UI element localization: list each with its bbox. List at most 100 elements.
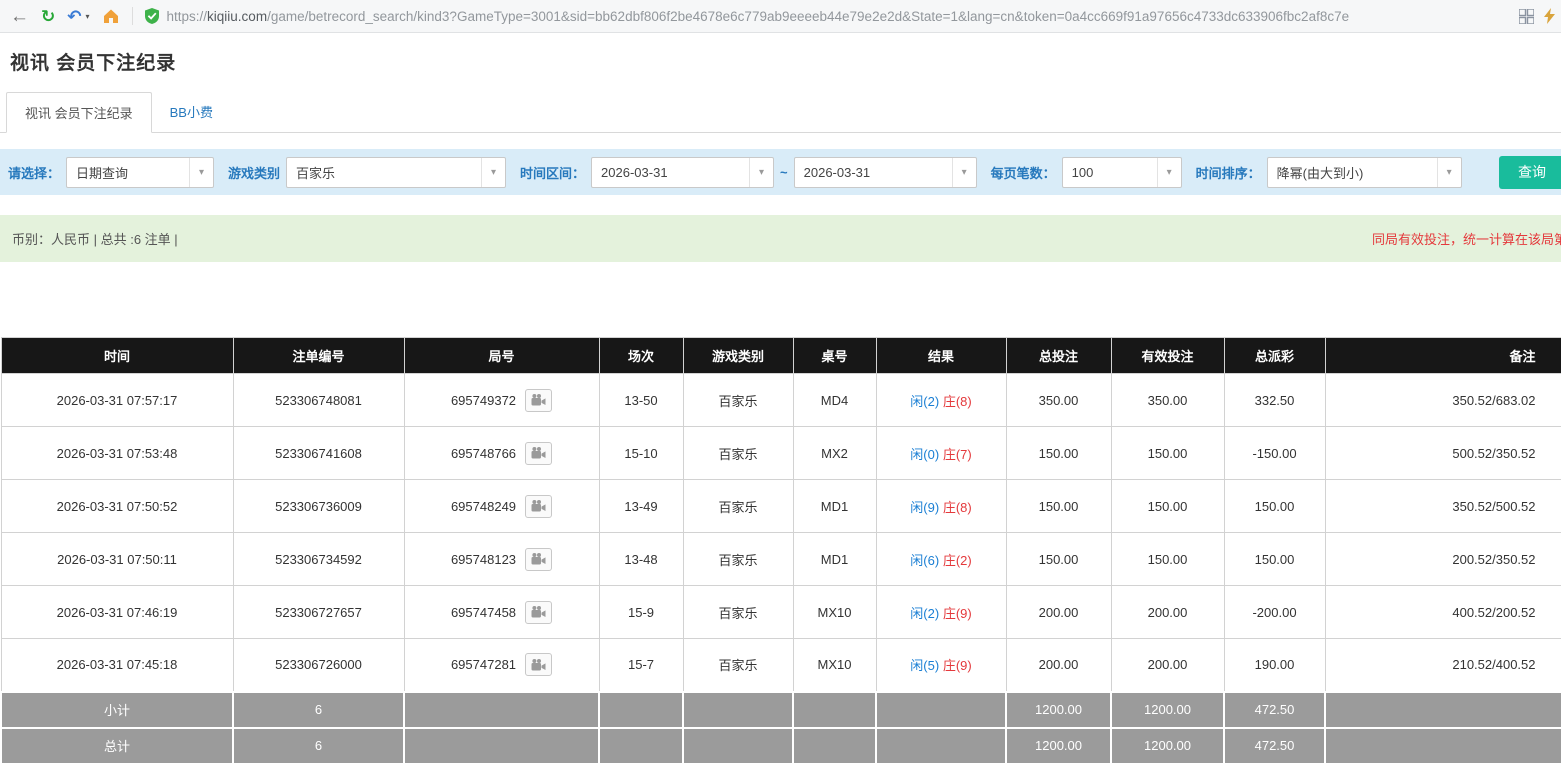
bet-id-cell: 523306727657: [233, 586, 404, 639]
note-cell: 400.52/200.52: [1325, 586, 1561, 639]
player-result: 闲(2): [910, 606, 939, 621]
lightning-icon[interactable]: [1544, 8, 1555, 24]
video-camera-icon: [531, 447, 546, 459]
bet-id-cell: 523306736009: [233, 480, 404, 533]
banker-result: 庄(8): [943, 394, 972, 409]
round-number: 695747281: [451, 657, 516, 672]
round-cell: 695747458: [404, 586, 599, 639]
sort-order-value: 降幂(由大到小): [1268, 163, 1373, 182]
note-cell: 200.52/350.52: [1325, 533, 1561, 586]
browser-extensions-area: [1519, 8, 1555, 24]
time-cell: 2026-03-31 07:50:11: [1, 533, 233, 586]
reader-grid-icon[interactable]: [1519, 9, 1534, 24]
banker-result: 庄(9): [943, 606, 972, 621]
total-bet-cell[interactable]: 150.00: [1006, 427, 1111, 480]
subtotal-label: 小计: [1, 692, 233, 728]
time-cell: 2026-03-31 07:50:52: [1, 480, 233, 533]
note-cell: 350.52/500.52: [1325, 480, 1561, 533]
chevron-down-icon: ▾: [749, 158, 773, 187]
video-replay-button[interactable]: [525, 601, 552, 624]
total-bet-cell[interactable]: 200.00: [1006, 586, 1111, 639]
search-button[interactable]: 查询: [1499, 156, 1561, 189]
chevron-down-icon: ▾: [1157, 158, 1181, 187]
video-replay-button[interactable]: [525, 653, 552, 676]
round-cell: 695748249: [404, 480, 599, 533]
player-result: 闲(0): [910, 447, 939, 462]
bet-id-cell: 523306726000: [233, 639, 404, 692]
security-shield-icon: [145, 8, 159, 24]
video-camera-icon: [531, 606, 546, 618]
session-cell: 15-7: [599, 639, 683, 692]
col-header-note: 备注: [1325, 338, 1561, 374]
date-from-select[interactable]: 2026-03-31 ▾: [591, 157, 774, 188]
video-replay-button[interactable]: [525, 548, 552, 571]
total-bet-cell[interactable]: 150.00: [1006, 533, 1111, 586]
result-cell: 闲(2) 庄(9): [876, 586, 1006, 639]
table-row: 2026-03-31 07:53:48 523306741608 6957487…: [1, 427, 1561, 480]
refresh-button[interactable]: ↻: [41, 8, 55, 25]
round-number: 695748123: [451, 552, 516, 567]
video-camera-icon: [531, 500, 546, 512]
home-button[interactable]: [102, 8, 120, 24]
total-bet-cell[interactable]: 200.00: [1006, 639, 1111, 692]
bet-id-cell: 523306748081: [233, 374, 404, 427]
tab-bet-records[interactable]: 视讯 会员下注纪录: [6, 92, 152, 133]
chevron-down-icon[interactable]: ▾: [86, 12, 90, 21]
video-replay-button[interactable]: [525, 442, 552, 465]
table-row: 2026-03-31 07:57:17 523306748081 6957493…: [1, 374, 1561, 427]
round-cell: 695747281: [404, 639, 599, 692]
video-replay-button[interactable]: [525, 389, 552, 412]
banker-result: 庄(8): [943, 500, 972, 515]
total-bet-cell[interactable]: 350.00: [1006, 374, 1111, 427]
chevron-down-icon: ▾: [952, 158, 976, 187]
page-size-value: 100: [1063, 165, 1103, 180]
game-type-cell: 百家乐: [683, 374, 793, 427]
result-cell: 闲(9) 庄(8): [876, 480, 1006, 533]
total-bet-cell[interactable]: 150.00: [1006, 480, 1111, 533]
player-result: 闲(9): [910, 500, 939, 515]
total-payout: 472.50: [1224, 728, 1325, 764]
sort-order-select[interactable]: 降幂(由大到小) ▾: [1267, 157, 1462, 188]
valid-bet-cell: 350.00: [1111, 374, 1224, 427]
query-type-label: 请选择：: [8, 163, 60, 182]
filter-bar: 请选择： 日期查询 ▾ 游戏类别 百家乐 ▾ 时间区间： 2026-03-31 …: [0, 149, 1561, 195]
tab-bb-tips[interactable]: BB小费: [152, 92, 231, 133]
chevron-down-icon: ▾: [481, 158, 505, 187]
chevron-down-icon: ▾: [189, 158, 213, 187]
video-replay-button[interactable]: [525, 495, 552, 518]
video-camera-icon: [531, 553, 546, 565]
summary-note-text: 同局有效投注，统一计算在该局第: [1372, 229, 1561, 248]
range-separator: ~: [780, 165, 788, 180]
round-cell: 695748766: [404, 427, 599, 480]
total-row: 总计 6 1200.00 1200.00 472.50: [1, 728, 1561, 764]
total-label: 总计: [1, 728, 233, 764]
date-to-select[interactable]: 2026-03-31 ▾: [794, 157, 977, 188]
subtotal-valid-bet: 1200.00: [1111, 692, 1224, 728]
address-bar[interactable]: https://kiqiiu.com/game/betrecord_search…: [145, 8, 1507, 24]
player-result: 闲(6): [910, 553, 939, 568]
col-header-session: 场次: [599, 338, 683, 374]
browser-chrome: ← ↻ ↶ ▾ https://kiqiiu.com/game/betrecor…: [0, 0, 1561, 33]
session-cell: 13-48: [599, 533, 683, 586]
game-type-select[interactable]: 百家乐 ▾: [286, 157, 506, 188]
game-type-value: 百家乐: [287, 163, 344, 182]
undo-button[interactable]: ↶: [67, 8, 81, 25]
payout-cell: 190.00: [1224, 639, 1325, 692]
result-cell: 闲(5) 庄(9): [876, 639, 1006, 692]
valid-bet-cell: 150.00: [1111, 533, 1224, 586]
banker-result: 庄(9): [943, 658, 972, 673]
game-type-cell: 百家乐: [683, 533, 793, 586]
bet-id-cell: 523306741608: [233, 427, 404, 480]
round-number: 695748249: [451, 499, 516, 514]
banker-result: 庄(2): [943, 553, 972, 568]
page-size-select[interactable]: 100 ▾: [1062, 157, 1182, 188]
table-row: 2026-03-31 07:45:18 523306726000 6957472…: [1, 639, 1561, 692]
time-cell: 2026-03-31 07:46:19: [1, 586, 233, 639]
page-size-label: 每页笔数：: [991, 163, 1056, 182]
col-header-table-no: 桌号: [793, 338, 876, 374]
round-number: 695747458: [451, 605, 516, 620]
table-no-cell: MX10: [793, 586, 876, 639]
back-button[interactable]: ←: [10, 7, 29, 26]
col-header-total-bet: 总投注: [1006, 338, 1111, 374]
query-type-select[interactable]: 日期查询 ▾: [66, 157, 214, 188]
